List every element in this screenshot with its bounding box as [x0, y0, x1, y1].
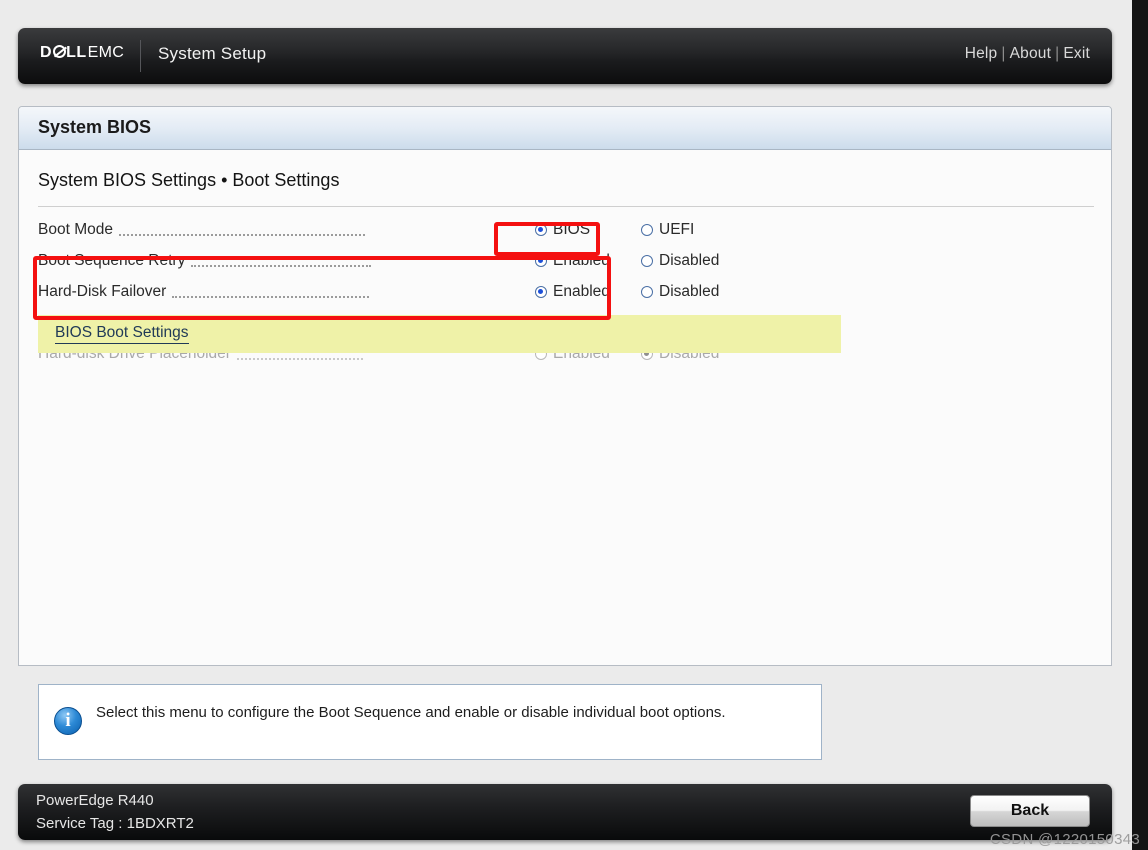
logo-dell-text: D LL: [40, 44, 87, 61]
breadcrumb: System BIOS Settings • Boot Settings: [38, 170, 340, 190]
radio-option[interactable]: UEFI: [641, 221, 694, 239]
logo-emc-text: EMC: [87, 44, 125, 61]
bios-boot-settings-row[interactable]: BIOS Boot Settings: [38, 315, 841, 353]
panel-header: System BIOS: [19, 107, 1111, 150]
top-header-bar: D LL EMC System Setup Help | About | Exit: [18, 28, 1112, 84]
setting-label: Hard-Disk Failover: [38, 282, 167, 300]
system-model: PowerEdge R440: [36, 792, 154, 809]
dell-emc-logo: D LL EMC: [40, 44, 124, 62]
leader-dots: [172, 295, 370, 298]
dell-oval-icon: [52, 45, 66, 58]
setting-label: Boot Mode: [38, 220, 113, 238]
nav-separator-2: |: [1055, 45, 1060, 62]
bios-boot-settings-link[interactable]: BIOS Boot Settings: [55, 324, 189, 344]
app-title: System Setup: [158, 44, 267, 63]
radio-unselected-icon[interactable]: [641, 223, 653, 236]
radio-option[interactable]: Disabled: [641, 283, 719, 301]
info-icon: [54, 707, 82, 735]
right-dark-strip: [1132, 0, 1148, 850]
breadcrumb-divider: [38, 206, 1094, 207]
help-info-box: Select this menu to configure the Boot S…: [38, 684, 822, 760]
radio-unselected-icon[interactable]: [641, 254, 653, 267]
header-nav: Help | About | Exit: [965, 45, 1090, 63]
back-button[interactable]: Back: [970, 795, 1090, 827]
setting-row: Boot Sequence Retry Enabled Disabled: [19, 245, 1111, 276]
setting-label: Boot Sequence Retry: [38, 251, 186, 269]
radio-option[interactable]: Enabled: [535, 283, 610, 301]
page-title: System BIOS: [38, 117, 152, 137]
leader-dots: [236, 357, 363, 360]
radio-selected-icon[interactable]: [535, 254, 547, 267]
panel-body: System BIOS Settings • Boot Settings Boo…: [19, 150, 1111, 665]
about-link[interactable]: About: [1010, 45, 1052, 62]
leader-dots: [118, 233, 365, 236]
exit-link[interactable]: Exit: [1063, 45, 1090, 62]
radio-option-label: Enabled: [553, 251, 610, 269]
radio-option-label: Enabled: [553, 282, 610, 300]
radio-option-label: Disabled: [659, 251, 720, 269]
header-divider: [140, 40, 141, 72]
radio-option[interactable]: BIOS: [535, 221, 590, 239]
service-tag: Service Tag : 1BDXRT2: [36, 815, 194, 832]
radio-option[interactable]: Disabled: [641, 252, 719, 270]
radio-selected-icon[interactable]: [535, 223, 547, 236]
system-setup-screen: D LL EMC System Setup Help | About | Exit Sys…: [0, 0, 1148, 850]
nav-separator-1: |: [1001, 45, 1006, 62]
leader-dots: [191, 264, 372, 267]
help-text: Select this menu to configure the Boot S…: [96, 704, 726, 721]
radio-unselected-icon[interactable]: [641, 285, 653, 298]
help-link[interactable]: Help: [965, 45, 998, 62]
radio-option-label: UEFI: [659, 220, 695, 238]
radio-option-label: BIOS: [553, 220, 591, 238]
radio-option-label: Disabled: [659, 282, 720, 300]
setting-row: Boot Mode BIOS UEFI: [19, 214, 1111, 245]
radio-option[interactable]: Enabled: [535, 252, 610, 270]
system-bios-panel: System BIOS System BIOS Settings • Boot …: [18, 106, 1112, 666]
watermark: CSDN @1220150343: [989, 831, 1140, 848]
bottom-status-bar: PowerEdge R440 Service Tag : 1BDXRT2 Bac…: [18, 784, 1112, 840]
setting-row: Hard-Disk Failover Enabled Disabled: [19, 276, 1111, 307]
radio-selected-icon[interactable]: [535, 285, 547, 298]
